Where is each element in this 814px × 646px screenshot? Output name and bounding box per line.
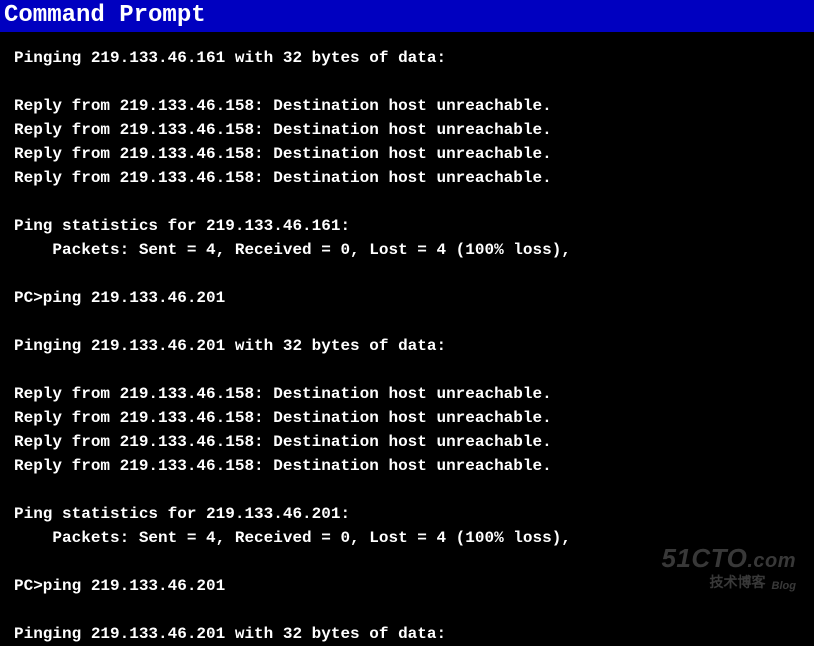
window-titlebar: Command Prompt — [0, 0, 814, 32]
terminal-output[interactable]: Pinging 219.133.46.161 with 32 bytes of … — [0, 32, 814, 610]
window-title: Command Prompt — [4, 2, 206, 29]
